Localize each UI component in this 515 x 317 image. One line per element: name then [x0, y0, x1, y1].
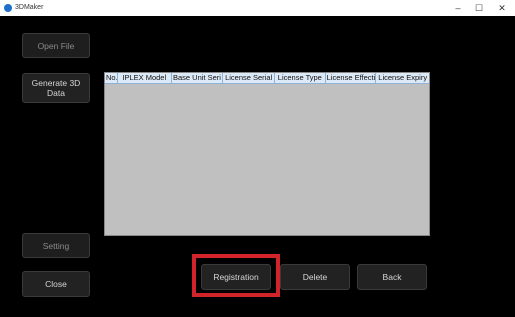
close-button[interactable]: Close — [22, 271, 90, 297]
app-icon — [4, 4, 12, 12]
column-header-license-serial[interactable]: License Serial — [223, 73, 275, 83]
delete-button[interactable]: Delete — [280, 264, 350, 290]
setting-button[interactable]: Setting — [22, 233, 90, 258]
column-header-no[interactable]: No. — [105, 73, 118, 83]
column-header-license-effective[interactable]: License Effecti — [326, 73, 377, 83]
column-header-base-unit-serial[interactable]: Base Unit Seri — [172, 73, 224, 83]
minimize-button[interactable]: – — [448, 0, 468, 16]
generate-3d-data-button[interactable]: Generate 3D Data — [22, 73, 90, 103]
open-file-button[interactable]: Open File — [22, 33, 90, 58]
back-button[interactable]: Back — [357, 264, 427, 290]
title-bar: 3DMaker – ☐ ✕ — [0, 0, 515, 16]
license-table-header: No. IPLEX Model Base Unit Seri License S… — [105, 73, 429, 84]
license-table[interactable]: No. IPLEX Model Base Unit Seri License S… — [104, 72, 430, 236]
column-header-license-type[interactable]: License Type — [275, 73, 326, 83]
column-header-iplex-model[interactable]: IPLEX Model — [118, 73, 172, 83]
registration-highlight-box — [192, 254, 280, 297]
column-header-license-expiry[interactable]: License Expiry — [376, 73, 429, 83]
maximize-button[interactable]: ☐ — [469, 0, 489, 16]
close-window-button[interactable]: ✕ — [492, 0, 512, 16]
window-title: 3DMaker — [15, 4, 44, 11]
